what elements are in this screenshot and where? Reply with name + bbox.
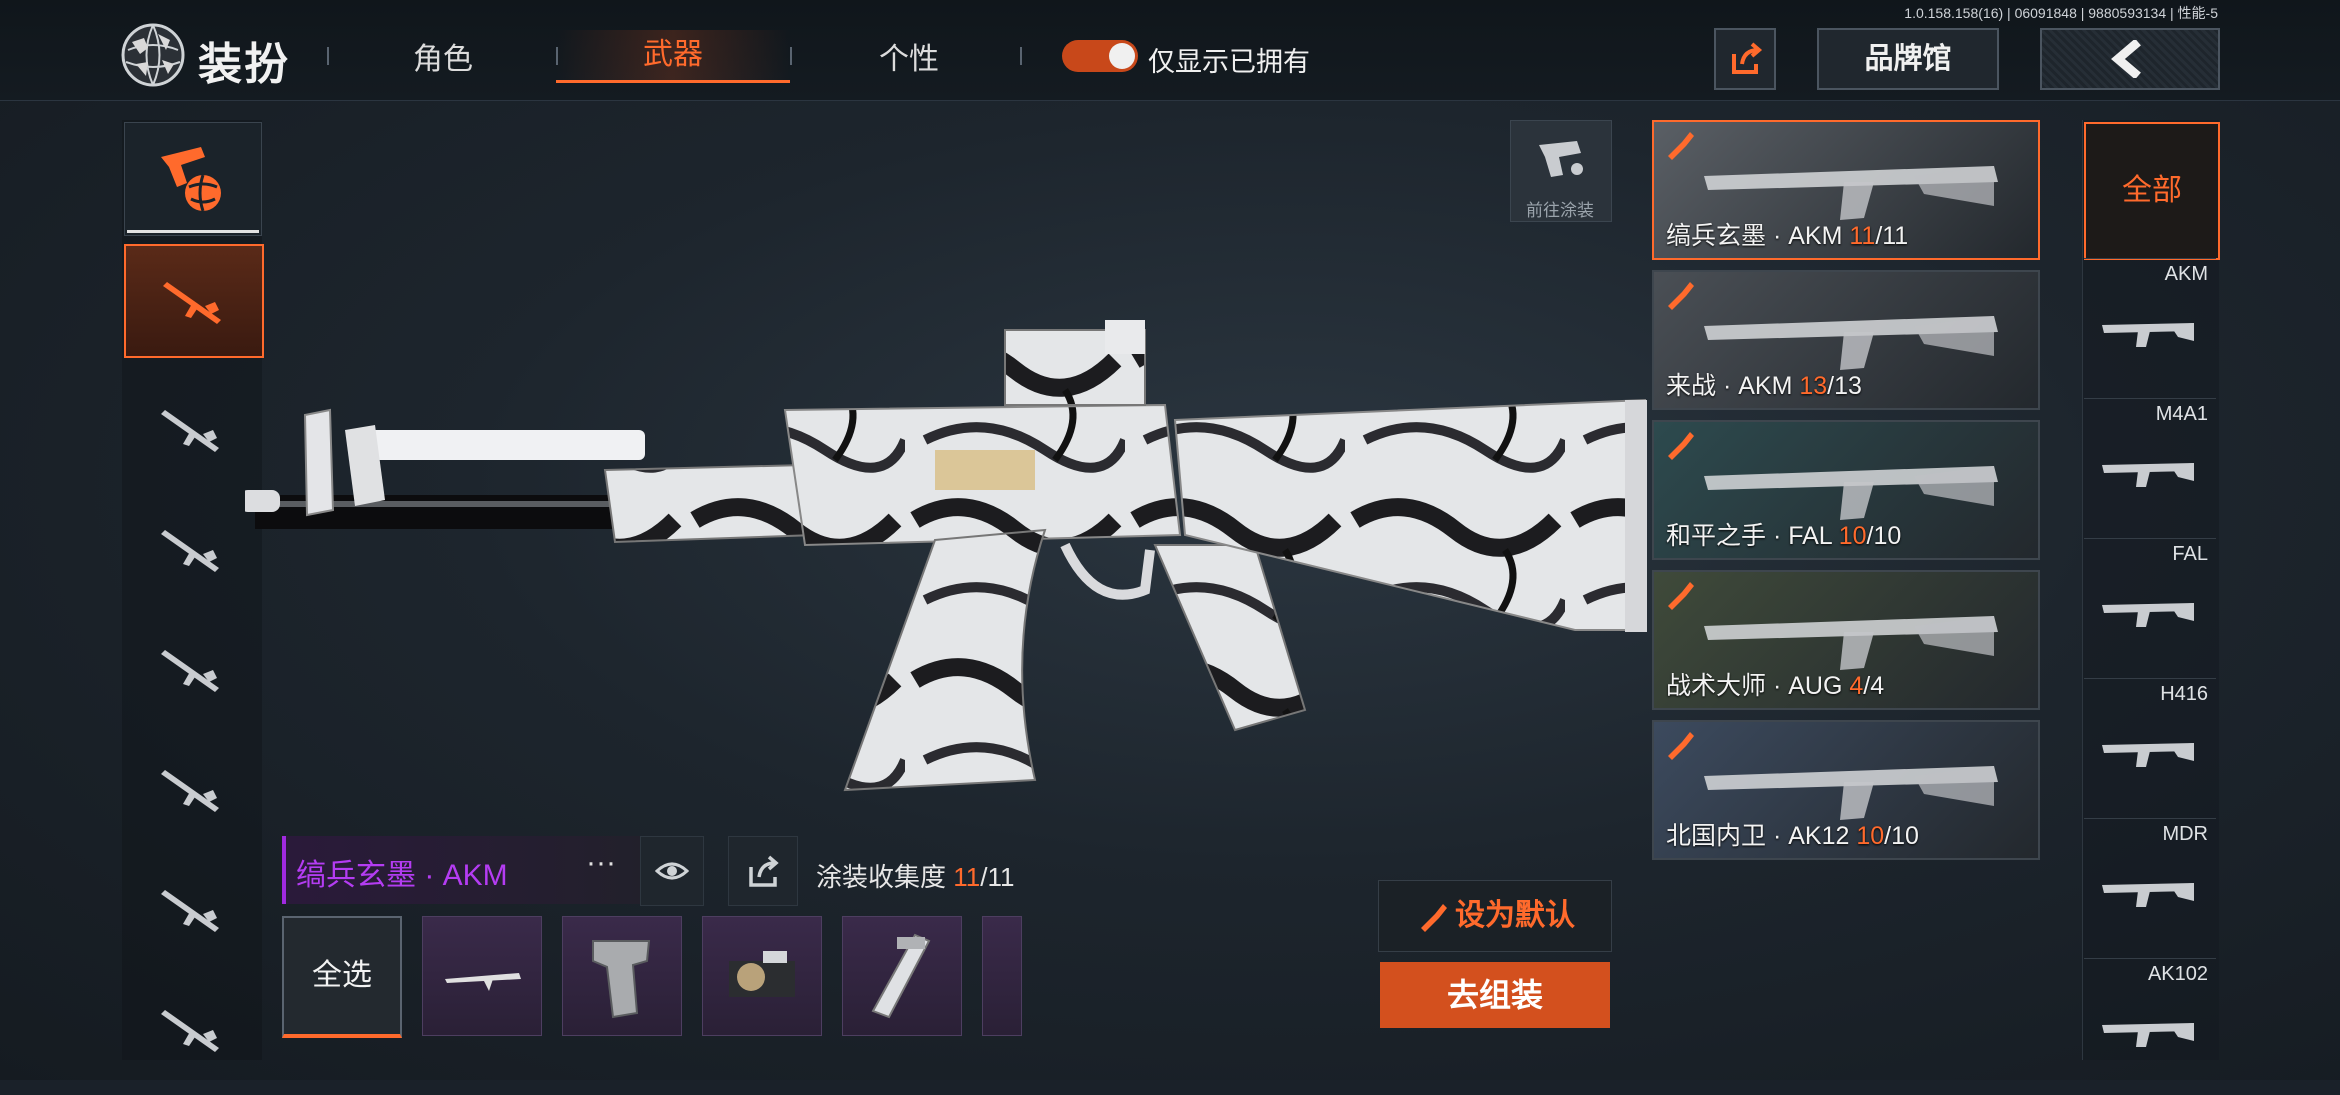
weapon-silhouette-icon	[2102, 743, 2194, 767]
sight-icon	[729, 951, 795, 997]
filter-item[interactable]: M4A1	[2084, 398, 2216, 535]
filter-item[interactable]: MDR	[2084, 818, 2216, 955]
weapon-silhouette-icon	[2102, 463, 2194, 487]
more-options-button[interactable]: ···	[586, 846, 616, 880]
current-skin-name: 缟兵玄墨 · AKM	[296, 859, 508, 892]
weapon-category-item[interactable]	[124, 374, 260, 484]
rifle-icon	[161, 530, 219, 572]
skin-card-label: 战术大师 · AUG 4/4	[1666, 672, 1885, 700]
skin-card[interactable]: 战术大师 · AUG 4/4	[1652, 570, 2040, 710]
weapon-category-item[interactable]	[124, 734, 260, 844]
category-underline	[127, 230, 259, 233]
globe-logo-icon	[121, 23, 185, 87]
tab-character[interactable]: 角色	[328, 34, 558, 78]
skin-card-label: 北国内卫 · AK12 10/10	[1666, 822, 1919, 850]
weapon-silhouette-icon	[2102, 323, 2194, 347]
stock-icon	[871, 933, 931, 1019]
rifle-icon	[161, 410, 219, 452]
weapon-category-item[interactable]	[124, 614, 260, 724]
paint-brush-icon	[1668, 282, 1694, 310]
filter-item-label: H416	[2160, 683, 2208, 705]
paint-collection: 涂装收集度 11/11	[816, 857, 1014, 894]
rifle-icon	[161, 770, 219, 812]
weapon-category-item[interactable]	[124, 854, 260, 964]
toggle-knob	[1109, 43, 1135, 69]
paint-brush-icon	[1421, 904, 1447, 933]
skin-card-label: 和平之手 · FAL 10/10	[1666, 522, 1902, 550]
rifle-thumb-icon	[445, 973, 521, 991]
rifle-icon	[161, 650, 219, 692]
filter-item[interactable]: AK102	[2084, 958, 2216, 1095]
collection-have: 11	[953, 862, 981, 892]
paint-gun-icon	[1539, 141, 1583, 177]
weapon-category-all[interactable]	[124, 122, 262, 236]
part-slot-more[interactable]	[982, 916, 1022, 1036]
skin-gun-thumb	[1704, 616, 1998, 670]
divider	[790, 47, 792, 65]
weapon-silhouette-icon	[2102, 603, 2194, 627]
select-all-button[interactable]: 全选	[282, 916, 402, 1038]
page-title: 装扮	[198, 40, 290, 89]
share-button[interactable]	[1714, 28, 1776, 90]
divider	[1020, 47, 1022, 65]
share-skin-button[interactable]	[728, 836, 798, 906]
filter-item-label: AKM	[2164, 263, 2208, 285]
share-icon	[749, 855, 779, 887]
weapon-category-item[interactable]	[124, 974, 260, 1084]
assemble-button[interactable]: 去组装	[1380, 962, 1610, 1028]
set-default-label: 设为默认	[1455, 899, 1575, 932]
tab-personality[interactable]: 个性	[794, 34, 1024, 78]
filter-item[interactable]: AKM	[2084, 258, 2216, 395]
weapon-silhouette-icon	[2102, 883, 2194, 907]
filter-all-button[interactable]: 全部	[2084, 122, 2220, 260]
filter-item-label: AK102	[2147, 963, 2208, 985]
skin-card[interactable]: 北国内卫 · AK12 10/10	[1652, 720, 2040, 860]
part-slot-grip[interactable]	[562, 916, 682, 1036]
part-slot-sight[interactable]	[702, 916, 822, 1036]
skin-card-label: 来战 · AKM 13/13	[1666, 372, 1862, 400]
grip-icon	[592, 940, 651, 1019]
weapon-category-item[interactable]	[124, 494, 260, 604]
part-slot-skin[interactable]	[422, 916, 542, 1036]
paint-brush-icon	[1668, 432, 1694, 460]
filter-item[interactable]: FAL	[2084, 538, 2216, 675]
tab-weapon[interactable]: 武器	[556, 30, 790, 83]
weapon-silhouette-icon	[2102, 1023, 2194, 1047]
back-button[interactable]	[2040, 28, 2220, 90]
collection-label: 涂装收集度	[816, 862, 947, 892]
paint-brush-icon	[1668, 732, 1694, 760]
skin-card-label: 缟兵玄墨 · AKM 11/11	[1666, 222, 1909, 250]
rifle-icon	[161, 890, 219, 932]
skin-gun-thumb	[1704, 166, 1998, 220]
brand-hall-button[interactable]: 品牌馆	[1817, 28, 1999, 90]
filter-item-label: M4A1	[2155, 403, 2208, 425]
skin-card[interactable]: 来战 · AKM 13/13	[1652, 270, 2040, 410]
collection-total: /11	[980, 862, 1015, 892]
skin-card[interactable]: 和平之手 · FAL 10/10	[1652, 420, 2040, 560]
skin-card[interactable]: 缟兵玄墨 · AKM 11/11	[1652, 120, 2040, 260]
weapon-preview-akm	[245, 320, 1647, 792]
version-text: 1.0.158.158(16) | 06091848 | 9880593134 …	[1904, 5, 2218, 21]
filter-item[interactable]: H416	[2084, 678, 2216, 815]
set-default-button[interactable]: 设为默认	[1378, 880, 1612, 952]
paint-brush-icon	[1668, 582, 1694, 610]
skin-gun-thumb	[1704, 316, 1998, 370]
preview-button[interactable]	[640, 836, 704, 906]
filter-item-label: FAL	[2172, 543, 2208, 565]
part-slot-stock[interactable]	[842, 916, 962, 1036]
eye-icon	[655, 862, 689, 880]
owned-only-label: 仅显示已拥有	[1148, 47, 1310, 77]
skin-gun-thumb	[1704, 766, 1998, 820]
rifle-icon	[161, 1010, 219, 1052]
share-icon	[1732, 42, 1763, 74]
go-paint-label: 前往涂装	[1526, 201, 1594, 220]
chevron-left-icon	[2111, 40, 2141, 78]
weapon-category-item[interactable]	[124, 244, 264, 358]
skin-gun-thumb	[1704, 466, 1998, 520]
paint-brush-icon	[1668, 132, 1694, 160]
filter-item-label: MDR	[2162, 823, 2208, 845]
gun-globe-icon	[161, 147, 221, 212]
owned-only-toggle[interactable]	[1062, 40, 1138, 72]
rifle-icon	[163, 282, 221, 324]
